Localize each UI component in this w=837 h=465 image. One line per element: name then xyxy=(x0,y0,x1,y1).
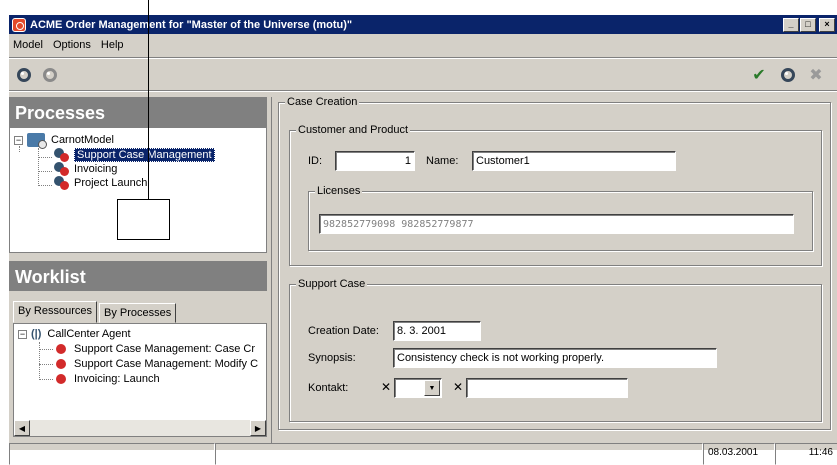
title-bar[interactable]: ACME Order Management for "Master of the… xyxy=(9,15,837,34)
customer-product-group: Customer and Product ID: 1 Name: Custome… xyxy=(289,124,822,266)
status-cell-middle xyxy=(215,443,703,465)
tree-node-label: Support Case Management xyxy=(74,148,215,162)
tree-node-label: Project Launch xyxy=(74,177,148,189)
maximize-button[interactable]: □ xyxy=(800,17,816,32)
menu-bar: Model Options Help xyxy=(9,35,130,55)
creation-date-label: Creation Date: xyxy=(308,325,379,337)
activity-icon xyxy=(56,359,66,369)
tree-node-label: Invoicing xyxy=(74,163,118,175)
menu-model[interactable]: Model xyxy=(9,39,49,51)
licenses-group: Licenses 982852779098 982852779877 xyxy=(308,185,813,251)
menu-help[interactable]: Help xyxy=(97,39,130,51)
main-form-area: Case Creation Customer and Product ID: 1… xyxy=(271,96,836,443)
toolbar: ✔ ✖ xyxy=(9,57,837,91)
tab-by-processes[interactable]: By Processes xyxy=(98,303,177,323)
scroll-left-icon[interactable]: ◀ xyxy=(14,420,30,436)
worklist-header: Worklist xyxy=(9,261,267,291)
x-icon: ✖ xyxy=(809,67,823,84)
creation-date-field[interactable]: 8. 3. 2001 xyxy=(393,321,481,341)
clear-icon[interactable]: ✕ xyxy=(453,380,463,394)
gear-icon xyxy=(17,68,31,82)
status-time: 11:46 xyxy=(775,443,837,465)
process-icon xyxy=(54,176,70,190)
process-icon xyxy=(54,148,70,162)
gear-icon xyxy=(781,68,795,82)
tree-node-process[interactable]: Project Launch xyxy=(54,175,147,191)
horizontal-scrollbar[interactable]: ◀ ▶ xyxy=(14,420,266,436)
toolbar-gear-button[interactable] xyxy=(15,66,33,84)
case-creation-group: Case Creation Customer and Product ID: 1… xyxy=(278,96,831,430)
tab-by-ressources[interactable]: By Ressources xyxy=(13,301,97,323)
processes-header: Processes xyxy=(9,97,267,127)
status-date: 08.03.2001 xyxy=(703,443,775,465)
minimize-button[interactable]: _ xyxy=(783,17,799,32)
synopsis-field[interactable]: Consistency check is not working properl… xyxy=(393,348,717,368)
left-panel: Processes − CarnotModel Support Case Man… xyxy=(9,97,270,443)
support-case-title: Support Case xyxy=(296,278,368,290)
check-icon: ✔ xyxy=(752,67,766,84)
tree-node-root[interactable]: − CarnotModel xyxy=(14,132,114,149)
kontakt-label: Kontakt: xyxy=(308,382,349,394)
toolbar-cancel-button: ✖ xyxy=(807,66,825,84)
toolbar-check-button[interactable]: ✔ xyxy=(750,66,768,84)
name-field[interactable]: Customer1 xyxy=(472,151,676,171)
activity-icon xyxy=(56,374,66,384)
dropdown-arrow-icon[interactable]: ▼ xyxy=(424,380,440,396)
menu-options[interactable]: Options xyxy=(49,39,97,51)
annotation-pointer-box xyxy=(117,199,170,240)
customer-product-title: Customer and Product xyxy=(296,124,411,136)
worklist-tabs: By Ressources By Processes xyxy=(13,301,178,325)
licenses-title: Licenses xyxy=(315,185,363,197)
scroll-right-icon[interactable]: ▶ xyxy=(250,420,266,436)
worklist-tree: − (|) CallCenter Agent Support Case Mana… xyxy=(13,323,267,437)
tree-node-label: CarnotModel xyxy=(51,134,114,146)
window-title: ACME Order Management for "Master of the… xyxy=(30,18,353,31)
licenses-field: 982852779098 982852779877 xyxy=(319,214,794,234)
worklist-item-label: Invoicing: Launch xyxy=(74,373,160,385)
collapse-toggle[interactable]: − xyxy=(18,329,27,339)
close-button[interactable]: × xyxy=(819,17,835,32)
worklist-agent-node[interactable]: − (|) CallCenter Agent xyxy=(18,326,131,342)
worklist-item-label: Support Case Management: Case Cr xyxy=(74,343,255,355)
clear-icon[interactable]: ✕ xyxy=(381,380,391,394)
case-creation-title: Case Creation xyxy=(285,96,360,108)
gear-icon xyxy=(43,68,57,82)
id-field[interactable]: 1 xyxy=(335,151,415,171)
id-label: ID: xyxy=(308,155,323,167)
worklist-area: By Ressources By Processes − (|) CallCen… xyxy=(9,301,267,443)
process-icon xyxy=(54,162,70,176)
worklist-item[interactable]: Support Case Management: Modify C xyxy=(56,356,258,372)
worklist-item[interactable]: Invoicing: Launch xyxy=(56,371,160,387)
support-case-group: Support Case Creation Date: 8. 3. 2001 S… xyxy=(289,278,822,422)
synopsis-label: Synopsis: xyxy=(308,352,356,364)
model-icon xyxy=(27,133,47,149)
kontakt-text-field[interactable] xyxy=(466,378,628,398)
collapse-toggle[interactable]: − xyxy=(14,135,23,145)
window-controls: _ □ × xyxy=(782,17,835,32)
worklist-item-label: Support Case Management: Modify C xyxy=(74,358,259,370)
agent-label: CallCenter Agent xyxy=(47,328,131,340)
app-icon xyxy=(12,17,26,32)
agent-icon: (|) xyxy=(31,328,42,340)
annotation-pointer-line xyxy=(148,0,149,224)
toolbar-gear-right-button[interactable] xyxy=(779,66,797,84)
toolbar-gear-disabled-button xyxy=(41,66,59,84)
name-label: Name: xyxy=(426,155,459,167)
status-cell-left xyxy=(9,443,215,465)
worklist-item[interactable]: Support Case Management: Case Cr xyxy=(56,341,255,357)
activity-icon xyxy=(56,344,66,354)
